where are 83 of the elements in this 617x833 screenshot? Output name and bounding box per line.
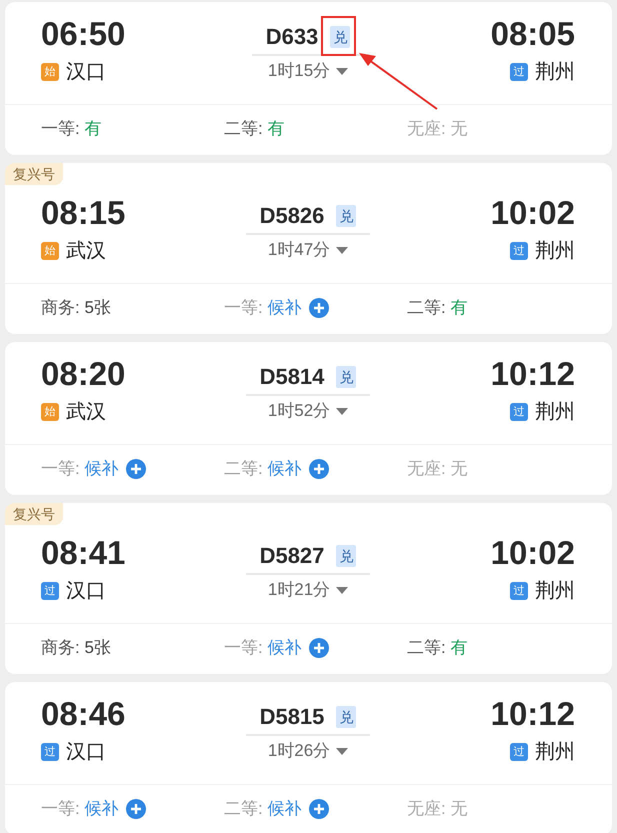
departure-time: 08:15: [41, 193, 126, 233]
caret-icon: [336, 68, 348, 74]
station-name: 荆州: [535, 400, 575, 425]
duration-toggle[interactable]: 1时47分: [268, 237, 348, 263]
train-card[interactable]: 复兴号 08:15 始 武汉 D5826 兑 1时47分 10:02 过 荆州 商务: 5张 一等: 候补 二等: 有: [5, 163, 612, 334]
exchange-badge: 兑: [336, 205, 356, 227]
seat-availability: 商务: 5张: [41, 297, 111, 319]
station-badge: 始: [41, 242, 59, 260]
exchange-badge: 兑: [336, 366, 356, 388]
seat-availability[interactable]: 一等: 候补: [41, 797, 118, 821]
station-badge: 过: [510, 242, 528, 260]
seat-availability: 无座: 无: [407, 118, 468, 140]
caret-icon: [336, 586, 348, 594]
train-number: D5815: [260, 703, 324, 731]
arrival-time: 10:12: [490, 354, 575, 394]
plus-icon: [126, 799, 146, 819]
station-name: 武汉: [66, 239, 106, 264]
arrival-time: 10:12: [490, 694, 575, 734]
train-number: D5814: [260, 363, 324, 391]
arrival-time: 10:02: [490, 533, 575, 573]
duration-toggle[interactable]: 1时21分: [268, 577, 348, 603]
train-tag: 复兴号: [5, 163, 63, 185]
train-tag: 复兴号: [5, 503, 63, 525]
arrival-time: 10:02: [490, 193, 575, 233]
seat-availability: 二等: 有: [407, 297, 468, 319]
station-badge: 过: [510, 403, 528, 421]
plus-icon: [309, 459, 330, 479]
duration: 1时21分: [268, 579, 330, 601]
seat-availability: 二等: 有: [407, 637, 468, 659]
exchange-badge: 兑: [330, 26, 350, 48]
station-badge: 过: [510, 743, 528, 761]
station-badge: 始: [41, 403, 59, 421]
duration-toggle[interactable]: 1时15分: [268, 58, 348, 84]
duration-toggle[interactable]: 1时26分: [268, 738, 348, 764]
seat-availability: 二等: 有: [224, 118, 284, 140]
plus-icon: [309, 799, 330, 819]
seat-availability: 商务: 5张: [41, 637, 111, 659]
seat-availability[interactable]: 二等: 候补: [224, 797, 302, 821]
plus-icon: [309, 298, 330, 318]
seat-availability: 无座: 无: [407, 798, 468, 820]
exchange-badge: 兑: [336, 545, 356, 567]
plus-icon: [309, 638, 330, 658]
seat-availability: 无座: 无: [407, 458, 468, 480]
station-name: 荆州: [535, 239, 575, 264]
caret-icon: [336, 408, 348, 414]
train-card[interactable]: 08:46 过 汉口 D5815 兑 1时26分 10:12 过 荆州 一等: 候补 二等: 候补 无座: 无: [5, 682, 612, 833]
departure-time: 06:50: [41, 14, 126, 54]
duration: 1时15分: [268, 60, 330, 82]
station-name: 武汉: [66, 400, 106, 425]
seat-availability: 一等: 有: [41, 118, 102, 140]
train-number: D633: [266, 23, 318, 51]
train-number: D5827: [260, 542, 324, 570]
departure-time: 08:20: [41, 354, 126, 394]
departure-time: 08:41: [41, 533, 126, 573]
train-card[interactable]: 复兴号 08:41 过 汉口 D5827 兑 1时21分 10:02 过 荆州 商务: 5张 一等: 候补 二等: 有: [5, 503, 612, 674]
seat-availability[interactable]: 一等: 候补: [41, 457, 118, 481]
station-badge: 过: [510, 582, 528, 600]
exchange-badge: 兑: [336, 706, 356, 728]
station-name: 荆州: [535, 579, 575, 604]
departure-time: 08:46: [41, 694, 126, 734]
seat-availability[interactable]: 一等: 候补: [224, 636, 302, 660]
station-name: 汉口: [66, 740, 106, 765]
arrival-time: 08:05: [490, 14, 575, 54]
station-name: 荆州: [535, 740, 575, 765]
seat-availability[interactable]: 二等: 候补: [224, 457, 302, 481]
caret-icon: [336, 246, 348, 254]
station-name: 荆州: [535, 60, 575, 85]
duration-toggle[interactable]: 1时52分: [268, 398, 348, 424]
duration: 1时47分: [268, 239, 330, 261]
station-badge: 过: [41, 582, 59, 600]
station-badge: 过: [510, 63, 528, 81]
train-card[interactable]: 08:20 始 武汉 D5814 兑 1时52分 10:12 过 荆州 一等: 候补 二等: 候补 无座: 无: [5, 342, 612, 495]
train-card[interactable]: 06:50 始 汉口 D633 兑 1时15分 08:05 过 荆州 一等: 有 二等: 有 无座: 无: [5, 2, 612, 155]
station-badge: 过: [41, 743, 59, 761]
station-badge: 始: [41, 63, 59, 81]
duration: 1时26分: [268, 740, 330, 762]
station-name: 汉口: [66, 579, 106, 604]
train-number: D5826: [260, 202, 324, 230]
caret-icon: [336, 748, 348, 754]
seat-availability[interactable]: 一等: 候补: [224, 296, 302, 320]
plus-icon: [126, 459, 146, 479]
station-name: 汉口: [66, 60, 106, 85]
duration: 1时52分: [268, 400, 330, 422]
